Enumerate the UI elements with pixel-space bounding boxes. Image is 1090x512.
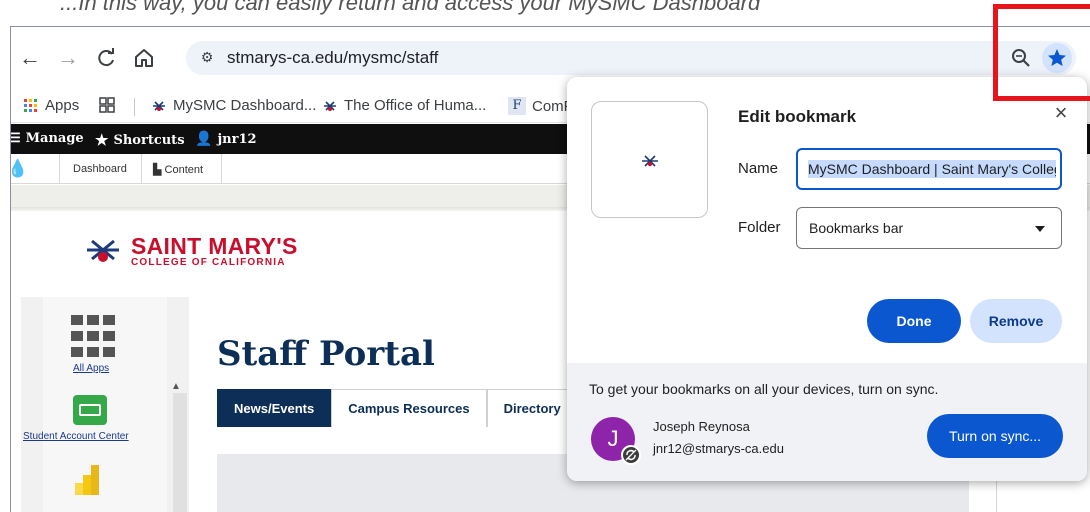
caret-down-icon [1035,226,1045,232]
tutorial-caption: ...In this way, you can easily return an… [60,0,761,15]
smc-emblem-icon [87,239,119,262]
tray-divider [141,154,142,184]
power-bi-icon[interactable] [75,465,101,495]
scroll-up-arrow-icon[interactable]: ▲ [171,381,183,392]
student-account-icon[interactable] [73,395,107,425]
edit-bookmark-dialog: Edit bookmark × Name MySMC Dashboard | S… [567,77,1087,481]
document-icon: ▙ [153,164,162,176]
home-icon[interactable] [131,45,157,71]
bookmark-label: MySMC Dashboard... [173,97,317,114]
menu-icon: ☰ [10,131,21,146]
person-icon: 👤 [195,131,213,147]
f-favicon-icon: F [508,97,526,115]
dialog-title: Edit bookmark [738,107,857,126]
bookmark-mysmc-dashboard[interactable]: MySMC Dashboard... [151,97,316,114]
folder-label: Folder [738,219,781,236]
tab-directory[interactable]: Directory [486,389,578,427]
page-title: Staff Portal [217,334,435,374]
sync-message: To get your bookmarks on all your device… [589,381,939,397]
smc-logo-icon [642,155,658,167]
admin-manage-label: Manage [25,131,84,146]
logo-name: SAINT MARY'S [131,233,298,259]
smc-logo[interactable]: SAINT MARY'S COLLEGE OF CALIFORNIA [83,235,298,268]
admin-user-label: jnr12 [217,131,257,147]
user-name: Joseph Reynosa [653,419,750,434]
tab-groups-button[interactable] [99,97,115,113]
done-button[interactable]: Done [867,299,961,343]
apps-label: Apps [45,97,80,114]
admin-manage[interactable]: ☰ Manage [10,131,84,146]
admin-shortcuts[interactable]: ★ Shortcuts [95,131,185,149]
sync-paused-icon [621,445,641,465]
address-bar[interactable]: ⚙ stmarys-ca.edu/mysmc/staff [186,41,1076,75]
reload-icon[interactable] [93,45,119,71]
admin-shortcuts-label: Shortcuts [113,132,185,148]
smc-logo-icon [324,100,336,111]
turn-on-sync-button[interactable]: Turn on sync... [927,414,1063,458]
tab-news-events[interactable]: News/Events [217,389,332,427]
bookmark-comf[interactable]: F ComF [508,97,573,115]
bookmark-label: The Office of Huma... [344,97,487,114]
tab-campus-resources[interactable]: Campus Resources [331,389,487,427]
tray-divider [59,154,60,184]
apps-grid-icon [24,98,37,112]
bookmarks-divider [134,98,135,116]
admin-content-link[interactable]: ▙ Content [153,163,203,176]
bookmark-name-value: MySMC Dashboard | Saint Mary's College [808,160,1056,178]
portal-tabs: News/Events Campus Resources Directory [217,389,578,427]
url-text: stmarys-ca.edu/mysmc/staff [227,48,439,67]
all-apps-link[interactable]: All Apps [73,363,109,374]
remove-button[interactable]: Remove [970,299,1062,343]
browser-window: ← → ⚙ stmarys-ca.edu/mysmc/staff Apps My… [10,26,1090,512]
logo-sub: COLLEGE OF CALIFORNIA [131,257,286,268]
admin-user[interactable]: 👤 jnr12 [195,131,257,147]
red-highlight-box [993,4,1090,101]
screenshot-root: ...In this way, you can easily return an… [0,0,1090,512]
all-apps-grid-icon[interactable] [71,315,115,359]
sync-promo: To get your bookmarks on all your device… [567,363,1087,481]
apps-bookmark[interactable]: Apps [23,97,79,114]
student-account-center-link[interactable]: Student Account Center [23,431,129,442]
tray-divider [221,154,222,184]
admin-dashboard-link[interactable]: Dashboard [73,163,127,175]
bookmark-thumbnail [591,101,708,218]
admin-content-label: Content [164,164,204,176]
site-info-icon[interactable]: ⚙ [196,47,218,69]
forward-arrow-icon[interactable]: → [55,45,81,71]
bookmark-office-of-human-resources[interactable]: The Office of Huma... [322,97,486,114]
tab-groups-icon [99,97,115,113]
drupal-drop-icon: 💧 [11,159,28,179]
folder-dropdown[interactable]: Bookmarks bar [796,207,1062,249]
apps-sidebar: All Apps ▲ Student Account Center [21,297,189,512]
close-icon[interactable]: × [1051,102,1071,124]
smc-logo-icon [153,100,165,111]
sidebar-scrollbar[interactable] [173,393,187,512]
user-email: jnr12@stmarys-ca.edu [653,441,784,456]
star-icon: ★ [95,131,109,149]
name-label: Name [738,160,779,177]
logo-text: SAINT MARY'S COLLEGE OF CALIFORNIA [131,233,298,269]
back-arrow-icon[interactable]: ← [17,45,43,71]
folder-value: Bookmarks bar [809,220,904,236]
